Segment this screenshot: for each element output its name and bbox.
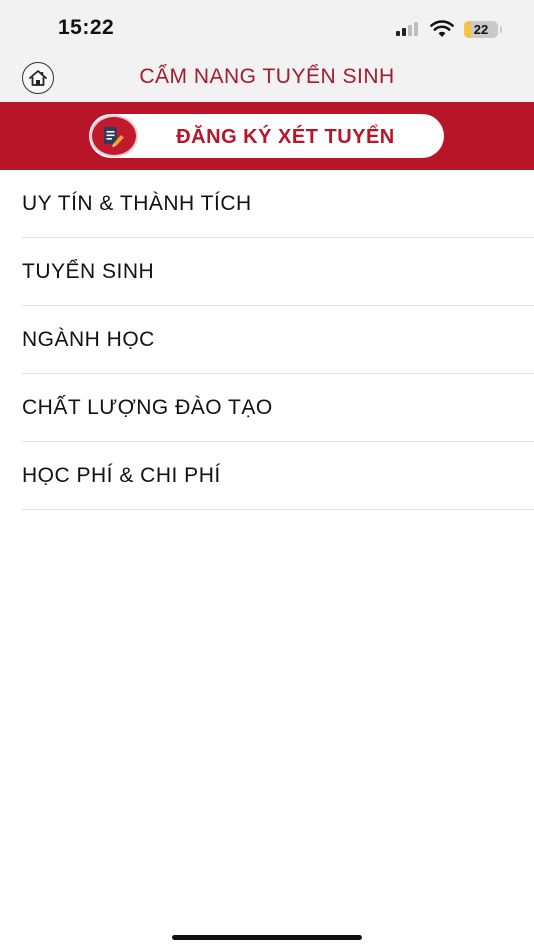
home-indicator[interactable] <box>172 935 362 940</box>
signal-icon <box>396 22 420 36</box>
battery-charging-icon: 22 <box>464 20 502 38</box>
menu-item-label: UY TÍN & THÀNH TÍCH <box>22 192 252 215</box>
menu-item-label: CHẤT LƯỢNG ĐÀO TẠO <box>22 396 273 419</box>
status-time: 15:22 <box>58 16 115 39</box>
app-header: CẨM NANG TUYỂN SINH <box>0 54 534 102</box>
menu-item-admission[interactable]: TUYỂN SINH <box>22 238 534 306</box>
register-button-label: ĐĂNG KÝ XÉT TUYỂN <box>176 126 395 148</box>
battery-level: 22 <box>473 21 489 37</box>
menu-item-label: NGÀNH HỌC <box>22 328 155 351</box>
status-bar: 15:22 22 <box>0 0 534 54</box>
menu-item-label: TUYỂN SINH <box>22 260 155 283</box>
form-pencil-icon <box>90 115 138 157</box>
menu-item-reputation[interactable]: UY TÍN & THÀNH TÍCH <box>22 170 534 238</box>
register-banner: ĐĂNG KÝ XÉT TUYỂN <box>0 102 534 170</box>
wifi-icon <box>430 20 454 37</box>
battery-tip <box>500 25 502 33</box>
status-icons: 22 <box>396 19 502 39</box>
menu-item-majors[interactable]: NGÀNH HỌC <box>22 306 534 374</box>
menu-item-label: HỌC PHÍ & CHI PHÍ <box>22 464 221 487</box>
menu-item-tuition[interactable]: HỌC PHÍ & CHI PHÍ <box>22 442 534 510</box>
menu-item-training-quality[interactable]: CHẤT LƯỢNG ĐÀO TẠO <box>22 374 534 442</box>
menu-list: UY TÍN & THÀNH TÍCH TUYỂN SINH NGÀNH HỌC… <box>22 170 534 510</box>
page-title: CẨM NANG TUYỂN SINH <box>139 65 395 88</box>
register-admission-button[interactable]: ĐĂNG KÝ XÉT TUYỂN <box>89 114 444 158</box>
